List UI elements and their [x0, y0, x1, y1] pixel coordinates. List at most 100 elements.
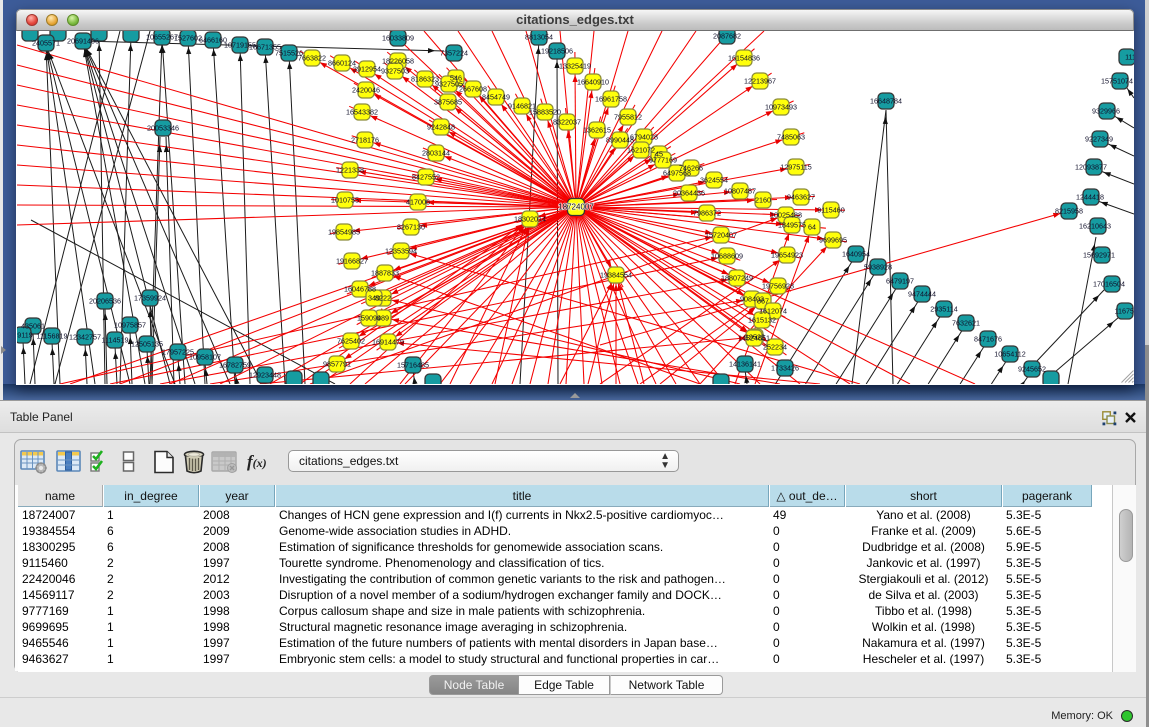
- svg-text:7632621: 7632621: [952, 319, 980, 328]
- svg-text:16046788: 16046788: [344, 285, 376, 294]
- svg-text:2420046: 2420046: [352, 86, 380, 95]
- svg-text:3624554: 3624554: [700, 176, 728, 185]
- svg-text:9777169: 9777169: [649, 156, 677, 165]
- svg-text:16648784: 16648784: [870, 97, 902, 106]
- svg-text:349: 349: [368, 294, 380, 303]
- svg-text:2935114: 2935114: [930, 305, 957, 314]
- svg-text:10958107: 10958107: [189, 353, 221, 362]
- svg-text:9327503: 9327503: [381, 67, 409, 76]
- svg-text:12505135: 12505135: [131, 340, 163, 349]
- svg-text:18226058: 18226058: [382, 57, 414, 66]
- svg-text:16961758: 16961758: [595, 95, 627, 104]
- svg-text:19384554: 19384554: [600, 271, 632, 280]
- svg-text:1621072: 1621072: [627, 146, 655, 155]
- svg-text:8454749: 8454749: [482, 93, 510, 102]
- svg-text:252234: 252234: [763, 343, 787, 352]
- svg-text:10654112: 10654112: [994, 350, 1025, 359]
- svg-text:1117: 1117: [1125, 53, 1134, 62]
- svg-text:14524851: 14524851: [738, 334, 770, 343]
- svg-text:3912954: 3912954: [353, 65, 381, 74]
- svg-text:2718176: 2718176: [351, 136, 379, 145]
- svg-text:1362615: 1362615: [583, 126, 611, 135]
- svg-text:16914479: 16914479: [372, 338, 404, 347]
- svg-text:7663822: 7663822: [298, 54, 326, 63]
- svg-text:9115460: 9115460: [817, 206, 844, 215]
- svg-text:17359924: 17359924: [134, 294, 166, 303]
- svg-text:417006: 417006: [406, 198, 430, 207]
- svg-text:16033809: 16033809: [382, 34, 414, 43]
- svg-text:9474444: 9474444: [908, 290, 936, 299]
- svg-text:19166827: 19166827: [336, 257, 368, 266]
- svg-text:1114519: 1114519: [102, 336, 129, 345]
- svg-text:1612074: 1612074: [759, 307, 787, 316]
- svg-text:64: 64: [808, 223, 816, 232]
- svg-text:8471676: 8471676: [974, 335, 1002, 344]
- svg-text:19854985: 19854985: [328, 228, 360, 237]
- svg-text:116753: 116753: [1115, 307, 1134, 316]
- svg-text:8267130: 8267130: [397, 223, 425, 232]
- svg-text:10688609: 10688609: [711, 252, 743, 261]
- svg-text:6479197: 6479197: [886, 277, 914, 286]
- svg-text:16543382: 16543382: [346, 108, 378, 117]
- svg-text:9245652: 9245652: [1018, 365, 1046, 374]
- svg-text:19654923: 19654923: [771, 251, 803, 260]
- svg-text:13325419: 13325419: [559, 62, 591, 71]
- svg-text:20691406: 20691406: [67, 37, 99, 46]
- svg-text:19218506: 19218506: [541, 47, 573, 56]
- svg-text:15751074: 15751074: [1101, 77, 1133, 86]
- svg-text:2405571: 2405571: [32, 39, 60, 48]
- svg-text:1733426: 1733426: [771, 364, 799, 373]
- svg-text:16210643: 16210643: [1079, 222, 1111, 231]
- svg-text:12353594: 12353594: [385, 247, 417, 256]
- svg-text:8427552: 8427552: [412, 173, 440, 182]
- svg-text:11156819: 11156819: [37, 332, 68, 341]
- svg-text:10807487: 10807487: [724, 187, 756, 196]
- svg-text:18302014: 18302014: [514, 215, 546, 224]
- svg-text:10975857: 10975857: [114, 321, 146, 330]
- svg-text:1527602: 1527602: [174, 34, 202, 43]
- svg-text:12213967: 12213967: [744, 77, 776, 86]
- svg-text:1615132: 1615132: [748, 316, 776, 325]
- svg-text:12342757: 12342757: [69, 333, 101, 342]
- svg-text:18807249: 18807249: [721, 274, 753, 283]
- svg-text:12923448: 12923448: [249, 371, 281, 380]
- svg-text:6466160: 6466160: [199, 36, 227, 45]
- svg-text:39119: 39119: [17, 331, 33, 340]
- svg-text:9463627: 9463627: [787, 193, 815, 202]
- svg-text:1221338: 1221338: [336, 166, 364, 175]
- svg-text:8322037: 8322037: [553, 118, 581, 127]
- svg-text:16640910: 16640910: [577, 78, 609, 87]
- svg-text:18724007: 18724007: [558, 203, 594, 212]
- svg-text:10973493: 10973493: [765, 103, 797, 112]
- svg-text:15720407: 15720407: [705, 231, 737, 240]
- svg-text:19756928: 19756928: [762, 282, 794, 291]
- svg-text:15692971: 15692971: [1083, 251, 1115, 260]
- svg-text:1640954: 1640954: [842, 250, 870, 259]
- svg-text:16154836: 16154836: [728, 54, 760, 63]
- svg-text:7955812: 7955812: [614, 113, 642, 122]
- svg-text:2087682: 2087682: [713, 32, 741, 41]
- svg-text:3875685: 3875685: [434, 98, 462, 107]
- svg-text:5938928: 5938928: [864, 263, 892, 272]
- svg-text:16782759: 16782759: [219, 361, 251, 370]
- svg-text:7485063: 7485063: [777, 133, 805, 142]
- svg-text:867: 867: [757, 297, 769, 306]
- svg-text:9227349: 9227349: [1085, 135, 1113, 144]
- svg-text:8660124: 8660124: [328, 59, 356, 68]
- svg-text:1849575: 1849575: [778, 221, 806, 230]
- svg-text:7986372: 7986372: [693, 209, 721, 218]
- svg-text:9242848: 9242848: [427, 123, 455, 132]
- svg-text:7625402: 7625402: [337, 337, 365, 346]
- svg-text:15716485: 15716485: [397, 361, 429, 370]
- svg-text:17016504: 17016504: [1093, 280, 1125, 289]
- svg-text:2803144: 2803144: [422, 149, 450, 158]
- svg-text:20053346: 20053346: [147, 124, 179, 133]
- svg-text:10025488: 10025488: [770, 211, 802, 220]
- svg-text:6794028: 6794028: [630, 133, 658, 142]
- svg-text:12093877: 12093877: [1075, 163, 1107, 172]
- svg-text:1887833: 1887833: [371, 269, 399, 278]
- svg-text:20206536: 20206536: [89, 297, 121, 306]
- svg-text:8215958: 8215958: [1055, 207, 1083, 216]
- svg-text:8813054: 8813054: [525, 33, 553, 42]
- svg-text:6497568: 6497568: [663, 169, 691, 178]
